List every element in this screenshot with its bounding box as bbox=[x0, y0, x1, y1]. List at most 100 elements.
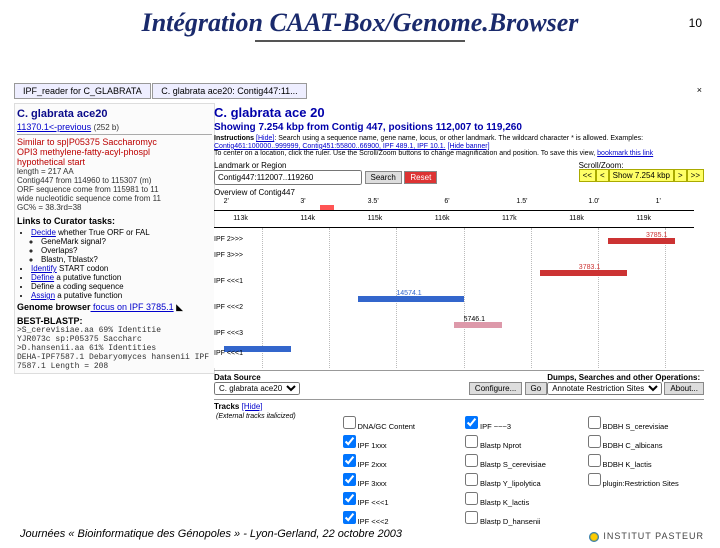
tab-ipf-reader[interactable]: IPF_reader for C_GLABRATA bbox=[14, 83, 151, 99]
landmark-input[interactable] bbox=[214, 170, 362, 185]
start-text: START codon bbox=[57, 264, 109, 273]
gb-focus-link[interactable]: focus on IPF 3785.1 bbox=[91, 302, 174, 312]
best-blastp-header: BEST-BLASTP: bbox=[17, 316, 212, 326]
track-option: IPF <<<1 bbox=[358, 498, 389, 507]
hide-tracks-link[interactable]: [Hide] bbox=[242, 402, 263, 411]
decide-link[interactable]: Decide bbox=[31, 228, 56, 237]
detail-tick: 113k bbox=[233, 215, 248, 222]
dump-select[interactable]: Annotate Restriction Sites bbox=[547, 382, 662, 395]
track-checkbox[interactable] bbox=[465, 511, 478, 524]
track-label: IPF 2>>> bbox=[214, 236, 243, 243]
blastp-row-4: DEHA-IPF7587.1 Debaryomyces hansenii IPF… bbox=[17, 353, 212, 371]
gbrowse-main: C. glabrata ace 20 Showing 7.254 kbp fro… bbox=[214, 103, 704, 529]
overview-region bbox=[320, 205, 334, 210]
track-option: IPF 2xxx bbox=[358, 460, 387, 469]
ruler-tick: 1.0' bbox=[588, 198, 599, 205]
track-option: BDBH K_lactis bbox=[603, 460, 652, 469]
track-checkbox[interactable] bbox=[343, 454, 356, 467]
detail-tick: 119k bbox=[636, 215, 651, 222]
browser-screenshot: IPF_reader for C_GLABRATA C. glabrata ac… bbox=[14, 83, 709, 498]
wide-label: wide nucleotidic sequence come from 11 bbox=[17, 194, 212, 203]
tab-gbrowse[interactable]: C. glabrata ace20: Contig447:11... bbox=[152, 83, 306, 99]
genemark-item: GeneMark signal? bbox=[41, 237, 212, 246]
slide-title: Intégration CAAT-Box/Genome.Browser bbox=[0, 8, 720, 38]
feature-label: 14574.1 bbox=[396, 290, 421, 297]
search-button[interactable]: Search bbox=[365, 171, 402, 184]
track-checkbox[interactable] bbox=[465, 416, 478, 429]
track-checkbox[interactable] bbox=[588, 416, 601, 429]
detail-tick: 118k bbox=[569, 215, 584, 222]
configure-button[interactable]: Configure... bbox=[469, 382, 522, 395]
orf-label: ORF sequence come from 115981 to 11 bbox=[17, 185, 212, 194]
zoom-select[interactable]: Show 7.254 kbp bbox=[609, 169, 674, 182]
blastp-row-3: >D.hansenii.aa 61% Identities bbox=[17, 344, 212, 353]
feature-label: 3783.1 bbox=[579, 264, 600, 271]
track-checkbox[interactable] bbox=[343, 416, 356, 429]
track-checkbox[interactable] bbox=[343, 435, 356, 448]
prev-size: (252 b) bbox=[94, 123, 119, 132]
ruler-tick: 6' bbox=[444, 198, 449, 205]
similarity-2: OPI3 methylene-fatty-acyl-phospl bbox=[17, 147, 212, 157]
detail-ruler[interactable]: 113k 114k 115k 116k 117k 118k 119k bbox=[214, 215, 694, 228]
hide-instr-link[interactable]: [Hide] bbox=[256, 135, 274, 142]
assign-link[interactable]: Assign bbox=[31, 291, 55, 300]
track-checkbox[interactable] bbox=[588, 435, 601, 448]
tracks-row: Tracks [Hide] (External tracks italicize… bbox=[214, 399, 704, 529]
about-button[interactable]: About... bbox=[664, 382, 704, 395]
external-tracks-note: (External tracks italicized) bbox=[216, 413, 335, 420]
showing-range: Showing 7.254 kbp from Contig 447, posit… bbox=[214, 122, 704, 133]
track-checkbox[interactable] bbox=[588, 473, 601, 486]
overview-ruler[interactable]: 2' 3' 3.5' 6' 1.5' 1.0' 1' bbox=[214, 198, 694, 211]
hide-banner-link[interactable]: [Hide banner] bbox=[448, 143, 490, 150]
track-checkbox[interactable] bbox=[465, 454, 478, 467]
gc-label: GC% = 38.3rd=38 bbox=[17, 203, 212, 212]
blastp-row-2: YJR073c sp:P05375 Saccharc bbox=[17, 335, 212, 344]
zoom-left-1[interactable]: < bbox=[596, 169, 609, 182]
blastp-row-1: >S_cerevisiae.aa 69% Identitie bbox=[17, 326, 212, 335]
go-button[interactable]: Go bbox=[525, 382, 548, 395]
zoom-right-2[interactable]: >> bbox=[687, 169, 704, 182]
ruler-tick: 3' bbox=[300, 198, 305, 205]
search-row: Landmark or Region Scroll/Zoom: <<<Show … bbox=[214, 160, 704, 185]
detail-tick: 115k bbox=[368, 215, 383, 222]
detail-tick: 114k bbox=[300, 215, 315, 222]
track-checkbox[interactable] bbox=[588, 454, 601, 467]
instr-text-3: To center on a location, click the ruler… bbox=[214, 150, 595, 157]
example-link[interactable]: Contig461:100000..999999, Contig451:5580… bbox=[214, 143, 446, 150]
data-source-row: Data Source Dumps, Searches and other Op… bbox=[214, 370, 704, 397]
length-label: length = 217 AA bbox=[17, 167, 212, 176]
track-option: Blastp K_lactis bbox=[480, 498, 529, 507]
identify-link[interactable]: Identify bbox=[31, 264, 57, 273]
instructions: Instructions [Hide]: Search using a sequ… bbox=[214, 135, 704, 158]
track-label: IPF 3>>> bbox=[214, 252, 243, 259]
track-option: IPF 3xxx bbox=[358, 479, 387, 488]
zoom-left-2[interactable]: << bbox=[579, 169, 596, 182]
overview-label: Overview of Contig447 bbox=[214, 188, 704, 197]
close-icon[interactable]: × bbox=[689, 83, 710, 97]
zoom-right-1[interactable]: > bbox=[674, 169, 687, 182]
reset-button[interactable]: Reset bbox=[404, 171, 437, 184]
track-checkbox[interactable] bbox=[343, 473, 356, 486]
decide-text: whether True ORF or FAL bbox=[56, 228, 150, 237]
track-option: Blastp Y_lipolytica bbox=[480, 479, 541, 488]
data-source-select[interactable]: C. glabrata ace20 bbox=[214, 382, 300, 395]
bookmark-link[interactable]: bookmark this link bbox=[597, 150, 653, 157]
ruler-tick: 1' bbox=[656, 198, 661, 205]
track-area: IPF 2>>> 3785.1 IPF 3>>> 3783.1 IPF <<<1… bbox=[214, 228, 694, 368]
track-option: BDBH C_albicans bbox=[603, 441, 663, 450]
instr-label: Instructions bbox=[214, 135, 254, 142]
prev-ipf-link[interactable]: 11370.1<-previous bbox=[17, 122, 91, 132]
track-checkbox[interactable] bbox=[465, 473, 478, 486]
define-func-link[interactable]: Define bbox=[31, 273, 54, 282]
data-source-label: Data Source bbox=[214, 373, 261, 382]
track-checkbox[interactable] bbox=[465, 492, 478, 505]
track-label: IPF <<<1 bbox=[214, 350, 243, 357]
track-label: IPF <<<1 bbox=[214, 278, 243, 285]
track-label: IPF <<<2 bbox=[214, 304, 243, 311]
blastn-item: Blastn, Tblastx? bbox=[41, 255, 212, 264]
track-checkbox[interactable] bbox=[465, 435, 478, 448]
track-option: DNA/GC Content bbox=[358, 422, 416, 431]
track-checkbox[interactable] bbox=[343, 511, 356, 524]
instr-text-1: Search using a sequence name, gene name,… bbox=[278, 135, 643, 142]
track-checkbox[interactable] bbox=[343, 492, 356, 505]
